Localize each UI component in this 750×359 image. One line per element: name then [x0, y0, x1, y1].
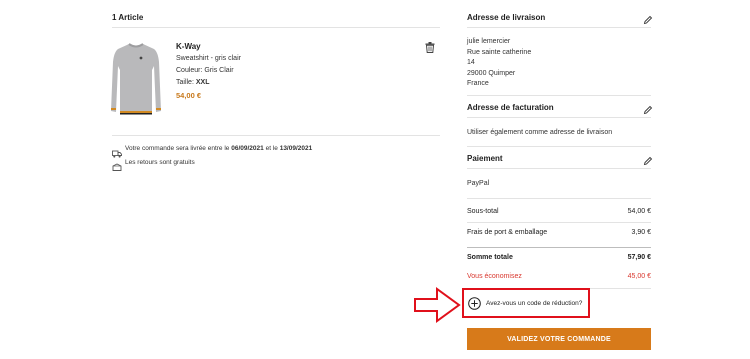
subtotal-label: Sous-total [467, 208, 499, 215]
product-size: Taille: XXL [176, 79, 209, 86]
shipping-line: 29000 Quimper [467, 69, 516, 77]
product-color: Couleur: Gris Clair [176, 67, 234, 74]
divider [112, 27, 440, 28]
product-brand[interactable]: K-Way [176, 42, 201, 51]
shipping-title: Adresse de livraison [467, 13, 546, 22]
edit-shipping-pencil-icon[interactable] [643, 12, 653, 25]
divider [467, 247, 651, 248]
delivery-estimate: Votre commande sera livrée entre le 06/0… [125, 145, 312, 152]
payment-method: PayPal [467, 180, 490, 187]
divider [467, 168, 651, 169]
trash-icon[interactable] [425, 40, 435, 53]
shipping-fee-label: Frais de port & emballage [467, 229, 548, 236]
billing-title: Adresse de facturation [467, 103, 554, 112]
divider [467, 95, 651, 96]
add-promo-plus-icon[interactable] [468, 297, 481, 310]
shipping-fee-row: Frais de port & emballage 3,90 € [467, 229, 651, 236]
divider [467, 198, 651, 199]
shipping-line: julie lemercier [467, 38, 511, 45]
shipping-fee-value: 3,90 € [631, 229, 651, 236]
savings-value: 45,00 € [627, 273, 651, 280]
subtotal-value: 54,00 € [627, 208, 651, 215]
delivery-middle: et le [265, 145, 278, 152]
savings-row: Vous économisez 45,00 € [467, 273, 651, 280]
product-size-label: Taille: [176, 79, 194, 86]
delivery-date-end: 13/09/2021 [279, 145, 313, 152]
total-value: 57,90 € [627, 254, 651, 261]
edit-payment-pencil-icon[interactable] [643, 153, 653, 166]
payment-title: Paiement [467, 154, 503, 163]
truck-icon [112, 145, 122, 158]
total-label: Somme totale [467, 254, 513, 261]
divider [112, 135, 440, 136]
divider [467, 27, 651, 28]
edit-billing-pencil-icon[interactable] [643, 102, 653, 115]
shipping-address: julie lemercier Rue sainte catherine 14 … [467, 37, 531, 90]
billing-text: Utiliser également comme adresse de livr… [467, 129, 613, 136]
validate-order-button[interactable]: VALIDEZ VOTRE COMMANDE [467, 328, 651, 350]
promo-code-link[interactable]: Avez-vous un code de réduction? [486, 300, 582, 307]
product-name: Sweatshirt - gris clair [176, 55, 241, 62]
shipping-line: 14 [467, 59, 475, 66]
delivery-date-start: 06/09/2021 [231, 145, 264, 152]
divider [467, 146, 651, 147]
divider [467, 117, 651, 118]
divider [467, 222, 651, 223]
total-row: Somme totale 57,90 € [467, 254, 651, 261]
returns-icon [112, 159, 122, 171]
annotation-arrow [413, 287, 461, 323]
cart-heading: 1 Article [112, 13, 144, 22]
returns-info: Les retours sont gratuits [125, 159, 195, 166]
shipping-line: Rue sainte catherine [467, 48, 532, 56]
product-size-value: XXL [195, 79, 210, 86]
savings-label: Vous économisez [467, 273, 522, 280]
delivery-prefix: Votre commande sera livrée entre le [125, 145, 230, 152]
shipping-line: France [467, 80, 489, 87]
subtotal-row: Sous-total 54,00 € [467, 208, 651, 215]
product-price: 54,00 € [176, 91, 202, 100]
product-image[interactable] [110, 38, 162, 120]
